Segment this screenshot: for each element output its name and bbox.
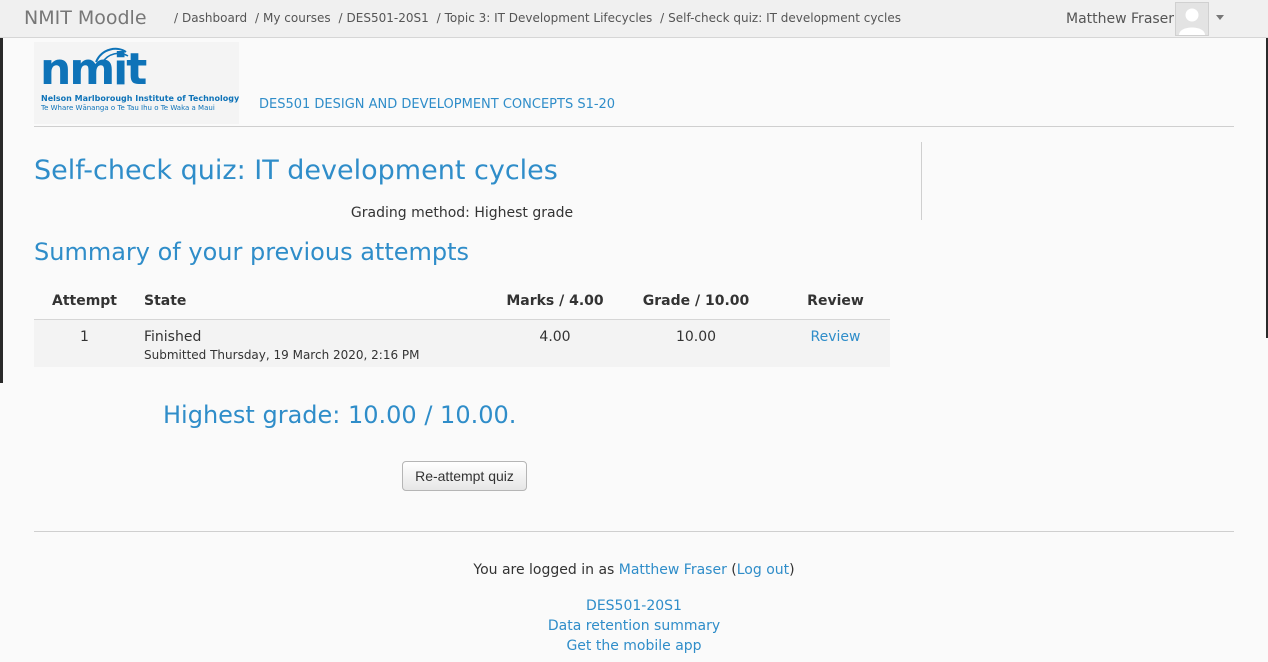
breadcrumb-separator: / xyxy=(660,11,665,25)
highest-grade-text: Highest grade: 10.00 / 10.00. xyxy=(163,401,517,429)
reattempt-quiz-button[interactable]: Re-attempt quiz xyxy=(402,461,527,491)
review-link[interactable]: Review xyxy=(811,329,861,345)
breadcrumb-my-courses[interactable]: My courses xyxy=(263,11,331,25)
window-edge-left xyxy=(0,38,3,383)
breadcrumb-separator: / xyxy=(254,11,260,25)
cell-attempt: 1 xyxy=(34,319,135,367)
login-info-prefix: You are logged in as xyxy=(473,562,615,578)
login-info: You are logged in as Matthew Fraser (Log… xyxy=(473,562,795,578)
attempts-summary-heading: Summary of your previous attempts xyxy=(34,238,470,266)
cell-grade: 10.00 xyxy=(611,319,781,367)
attempts-table: Attempt State Marks / 4.00 Grade / 10.00… xyxy=(34,283,890,367)
user-silhouette-icon xyxy=(1179,8,1205,35)
column-header-review: Review xyxy=(781,283,890,320)
breadcrumb-quiz[interactable]: Self-check quiz: IT development cycles xyxy=(668,11,901,25)
breadcrumb-dashboard[interactable]: Dashboard xyxy=(182,11,247,25)
institution-logo[interactable]: nmit Nelson Marlborough Institute of Tec… xyxy=(34,42,239,124)
user-menu-name[interactable]: Matthew Fraser xyxy=(1066,11,1174,27)
page-footer: You are logged in as Matthew Fraser (Log… xyxy=(34,562,1234,656)
breadcrumb-separator: / xyxy=(436,11,441,25)
footer-link-mobile-app[interactable]: Get the mobile app xyxy=(34,636,1234,656)
column-header-attempt: Attempt xyxy=(34,283,135,320)
footer-divider xyxy=(34,531,1234,532)
footer-link-course[interactable]: DES501-20S1 xyxy=(34,596,1234,616)
logout-link[interactable]: Log out xyxy=(737,562,789,578)
page-title: Self-check quiz: IT development cycles xyxy=(34,155,558,186)
column-header-marks: Marks / 4.00 xyxy=(499,283,611,320)
top-navbar: NMIT Moodle / Dashboard / My courses / DES5… xyxy=(0,0,1268,38)
grading-method: Grading method: Highest grade xyxy=(350,205,574,221)
breadcrumb-topic[interactable]: Topic 3: IT Development Lifecycles xyxy=(445,11,653,25)
footer-link-data-retention[interactable]: Data retention summary xyxy=(34,616,1234,636)
cell-state: Finished Submitted Thursday, 19 March 20… xyxy=(135,319,499,367)
cell-review: Review xyxy=(781,319,890,367)
cell-marks: 4.00 xyxy=(499,319,611,367)
column-header-state: State xyxy=(135,283,499,320)
course-name-link[interactable]: DES501 DESIGN AND DEVELOPMENT CONCEPTS S… xyxy=(259,97,615,112)
logo-subtitle-maori: Te Whare Wānanga o Te Tau Ihu o Te Waka … xyxy=(41,104,215,112)
breadcrumb-separator: / xyxy=(174,11,179,25)
breadcrumb-course[interactable]: DES501-20S1 xyxy=(347,11,429,25)
table-row: 1 Finished Submitted Thursday, 19 March … xyxy=(34,319,890,367)
state-label: Finished xyxy=(144,329,202,345)
site-brand-link[interactable]: NMIT Moodle xyxy=(24,7,147,29)
avatar[interactable] xyxy=(1175,2,1209,36)
breadcrumb-separator: / xyxy=(338,11,343,25)
chevron-down-icon[interactable] xyxy=(1216,15,1224,20)
logo-subtitle: Nelson Marlborough Institute of Technolo… xyxy=(41,94,240,103)
page-header: nmit Nelson Marlborough Institute of Tec… xyxy=(34,40,1234,127)
footer-links: DES501-20S1 Data retention summary Get t… xyxy=(34,596,1234,656)
footer-user-link[interactable]: Matthew Fraser xyxy=(619,562,727,578)
sidebar-divider xyxy=(921,142,922,220)
logo-wordmark: nmit xyxy=(40,44,147,95)
breadcrumb: / Dashboard / My courses / DES501-20S1 /Top… xyxy=(174,11,905,25)
column-header-grade: Grade / 10.00 xyxy=(611,283,781,320)
table-header-row: Attempt State Marks / 4.00 Grade / 10.00… xyxy=(34,283,890,320)
submitted-timestamp: Submitted Thursday, 19 March 2020, 2:16 … xyxy=(144,348,420,362)
